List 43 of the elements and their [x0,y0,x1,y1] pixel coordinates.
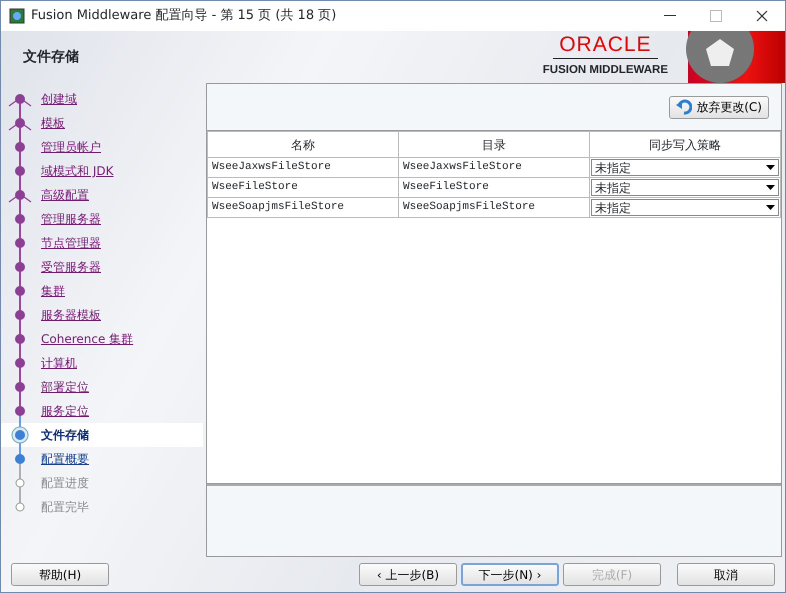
step-link[interactable]: 服务定位 [41,402,89,420]
window-title: Fusion Middleware 配置向导 - 第 15 页 (共 18 页) [31,7,338,26]
step-link[interactable]: 配置概要 [41,450,89,468]
column-header: 名称 [208,132,398,158]
app-icon [9,8,25,24]
table-cell: WseeFileStore [208,178,398,198]
logo-brand: ORACLE [553,34,658,60]
step-link[interactable]: 受管服务器 [41,258,101,276]
dropdown-arrow-icon [766,185,775,190]
step-link[interactable]: 域模式和 JDK [41,162,114,180]
table-cell: WseeSoapjmsFileStore [398,198,590,218]
step-link[interactable]: 计算机 [41,354,77,372]
step-link[interactable]: 部署定位 [41,378,89,396]
close-icon[interactable] [756,10,768,22]
column-header: 同步写入策略 [590,132,780,158]
step-link[interactable]: 集群 [41,282,65,300]
wizard-button[interactable]: ‹ 上一步(B) [359,563,457,586]
step-link[interactable]: Coherence 集群 [41,330,134,348]
logo-product: FUSION MIDDLEWARE [542,63,668,78]
step-link[interactable]: 创建域 [41,90,77,108]
dropdown-arrow-icon [766,205,775,210]
table-cell: WseeJaxwsFileStore [208,158,398,178]
policy-dropdown[interactable]: 未指定 [591,199,779,216]
minimize-icon[interactable] [664,14,676,17]
policy-dropdown[interactable]: 未指定 [591,179,779,196]
wizard-button[interactable]: 帮助(H) [11,563,109,586]
step-link[interactable]: 管理员帐户 [41,138,101,156]
wizard-button[interactable]: 下一步(N) › [461,563,559,586]
table-cell: WseeSoapjmsFileStore [208,198,398,218]
page-title: 文件存储 [23,48,80,66]
table-cell: WseeJaxwsFileStore [398,158,590,178]
step-link[interactable]: 高级配置 [41,186,89,204]
step-link[interactable]: 节点管理器 [41,234,101,252]
step-link[interactable]: 模板 [41,114,65,132]
step-link[interactable]: 服务器模板 [41,306,101,324]
dropdown-arrow-icon [766,165,775,170]
column-header: 目录 [398,132,590,158]
step-link[interactable]: 管理服务器 [41,210,101,228]
wizard-button[interactable]: 取消 [677,563,775,586]
policy-dropdown[interactable]: 未指定 [591,159,779,176]
undo-icon [676,99,692,115]
table-cell: WseeFileStore [398,178,590,198]
discard-changes-button[interactable]: 放弃更改(C) [669,96,769,118]
